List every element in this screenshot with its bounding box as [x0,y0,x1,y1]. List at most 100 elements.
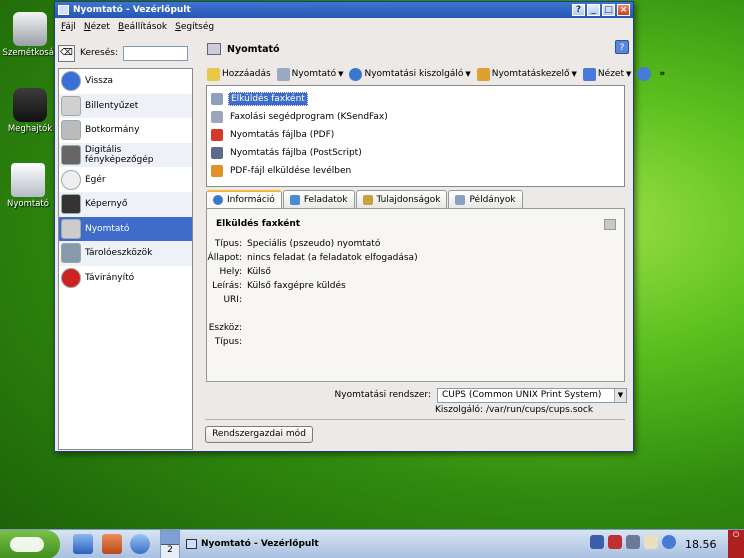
pdf-icon [211,129,223,141]
help-icon [637,67,652,81]
help-titlebar-button[interactable]: ? [572,4,585,16]
office-launcher-icon[interactable] [73,534,93,554]
clear-search-icon[interactable]: ⌫ [58,44,75,62]
info-title: Elküldés faxként [216,219,301,229]
search-bar: ⌫ Keresés: [58,42,193,64]
toolbar-print-manager-button[interactable]: Nyomtatáskezelő ▼ [476,67,577,81]
chevron-down-icon: ▼ [338,70,344,78]
list-item-pdf-mail[interactable]: PDF-fájl elküldése levélben [207,162,624,180]
list-item-fax[interactable]: Elküldés faxként [207,90,624,108]
logout-icon[interactable]: ⏻ [728,530,744,558]
desktop-icon-label: Meghajtók [7,124,53,134]
toolbar-print-server-button[interactable]: Nyomtatási kiszolgáló ▼ [349,67,471,81]
monitor-icon [61,194,81,215]
desktop-pager[interactable]: 2 [160,530,180,558]
sidebar-item-back[interactable]: Vissza [59,69,192,94]
fax-icon [211,93,223,105]
search-label: Keresés: [80,48,118,58]
toolbar-view-button[interactable]: Nézet ▼ [582,67,632,81]
postscript-icon [211,147,223,159]
tab-jobs[interactable]: Feladatok [282,190,355,208]
clipboard-icon[interactable] [644,535,658,549]
gear-icon [349,67,363,81]
menu-file[interactable]: Fájl [61,22,76,32]
module-header: Nyomtató [207,39,627,59]
sidebar-item-printer[interactable]: Nyomtató [59,216,192,242]
search-input[interactable] [122,45,188,61]
toolbar-add-button[interactable]: Hozzáadás [207,67,271,81]
joystick-icon [61,120,81,141]
sidebar-item-storage[interactable]: Tárolóeszközök [59,241,192,266]
storage-icon [61,243,81,264]
brush-icon [476,67,490,81]
sidebar-item-display[interactable]: Képernyő [59,191,192,217]
server-info: Kiszolgáló: /var/run/cups/cups.sock [435,405,594,415]
drives-icon [13,88,47,122]
desktop-icon-drives[interactable]: Meghajtók [2,88,58,134]
printer-tray-icon[interactable] [626,535,640,549]
admin-mode-button[interactable]: Rendszergazdai mód [205,426,313,443]
instances-icon [455,194,466,205]
wand-icon [207,67,220,81]
home-launcher-icon[interactable] [102,534,122,554]
window-titlebar[interactable]: Nyomtató - Vezérlőpult ? _ □ × [55,2,633,18]
sidebar-item-keyboard[interactable]: Billentyűzet [59,93,192,119]
mouse-icon [61,169,81,190]
window-title: Nyomtató - Vezérlőpult [73,5,191,15]
print-system-row: Nyomtatási rendszer: CUPS (Common UNIX P… [207,387,627,403]
printer-icon [276,67,290,81]
toolbar-help-button[interactable] [637,67,653,81]
menu-view[interactable]: Nézet [84,22,110,32]
help-icon[interactable] [662,535,676,549]
toolbar-more-button[interactable]: » [659,69,665,79]
print-system-label: Nyomtatási rendszer: [334,390,431,400]
menu-settings[interactable]: Beállítások [118,22,167,32]
info-row-type: Típus: Speciális (pszeudo) nyomtató [214,239,381,249]
print-icon[interactable] [604,219,616,230]
tab-properties[interactable]: Tulajdonságok [355,190,448,208]
control-panel-window: Nyomtató - Vezérlőpult ? _ □ × Fájl Néze… [54,1,665,452]
printer-icon [11,163,45,197]
suse-gecko-icon [10,537,44,552]
desktop-icon-trash[interactable]: Szemétkosár [2,12,58,58]
info-row-description: Leírás: Külső faxgépre küldés [212,281,346,291]
network-icon[interactable] [608,535,622,549]
volume-icon[interactable] [590,535,604,549]
print-system-select[interactable]: CUPS (Common UNIX Print System) ▼ [437,387,627,403]
task-button-control-panel[interactable]: Nyomtató - Vezérlőpult [186,532,486,556]
sidebar-item-camera[interactable]: Digitális fényképezőgép [59,142,192,168]
list-item-postscript[interactable]: Nyomtatás fájlba (PostScript) [207,144,624,162]
sidebar-item-joystick[interactable]: Botkormány [59,118,192,143]
minimize-button[interactable]: _ [587,4,600,16]
tab-instances[interactable]: Példányok [448,190,523,208]
window-app-icon [58,5,69,15]
desktop-icon-printer[interactable]: Nyomtató [0,163,56,209]
tab-information[interactable]: Információ [206,190,282,208]
jobs-icon [289,194,300,205]
start-menu-button[interactable] [0,530,60,558]
info-row-device: Eszköz: [208,323,242,333]
printer-list: Elküldés faxként Faxolási segédprogram (… [206,85,625,187]
double-chevron-icon: » [659,69,666,79]
window-app-icon [186,539,197,549]
pager-desktop-1[interactable] [161,531,179,545]
menu-help[interactable]: Segítség [175,22,214,32]
keyboard-icon [61,95,81,116]
list-item-pdf[interactable]: Nyomtatás fájlba (PDF) [207,126,624,144]
konqueror-launcher-icon[interactable] [130,534,150,554]
menu-bar: Fájl Nézet Beállítások Segítség [55,18,633,36]
desktop-icon-label: Szemétkosár [2,48,58,58]
chevron-down-icon: ▼ [625,70,632,78]
maximize-button[interactable]: □ [602,4,615,16]
info-panel: Elküldés faxként Típus: Speciális (pszeud… [206,208,625,382]
clock[interactable]: 18.56 [685,538,717,551]
help-icon[interactable]: ? [615,40,629,54]
toolbar-printer-button[interactable]: Nyomtató ▼ [276,67,344,81]
sidebar-item-mouse[interactable]: Egér [59,167,192,192]
list-item-ksendfax[interactable]: Faxolási segédprogram (KSendFax) [207,108,624,126]
sidebar-item-remote[interactable]: Távirányító [59,266,192,291]
info-row-state: Állapot: nincs feladat (a feladatok elfog… [207,253,418,263]
info-icon [213,195,223,205]
module-sidebar: Vissza Billentyűzet Botkormány Digitális… [58,68,193,450]
close-button[interactable]: × [617,4,630,16]
